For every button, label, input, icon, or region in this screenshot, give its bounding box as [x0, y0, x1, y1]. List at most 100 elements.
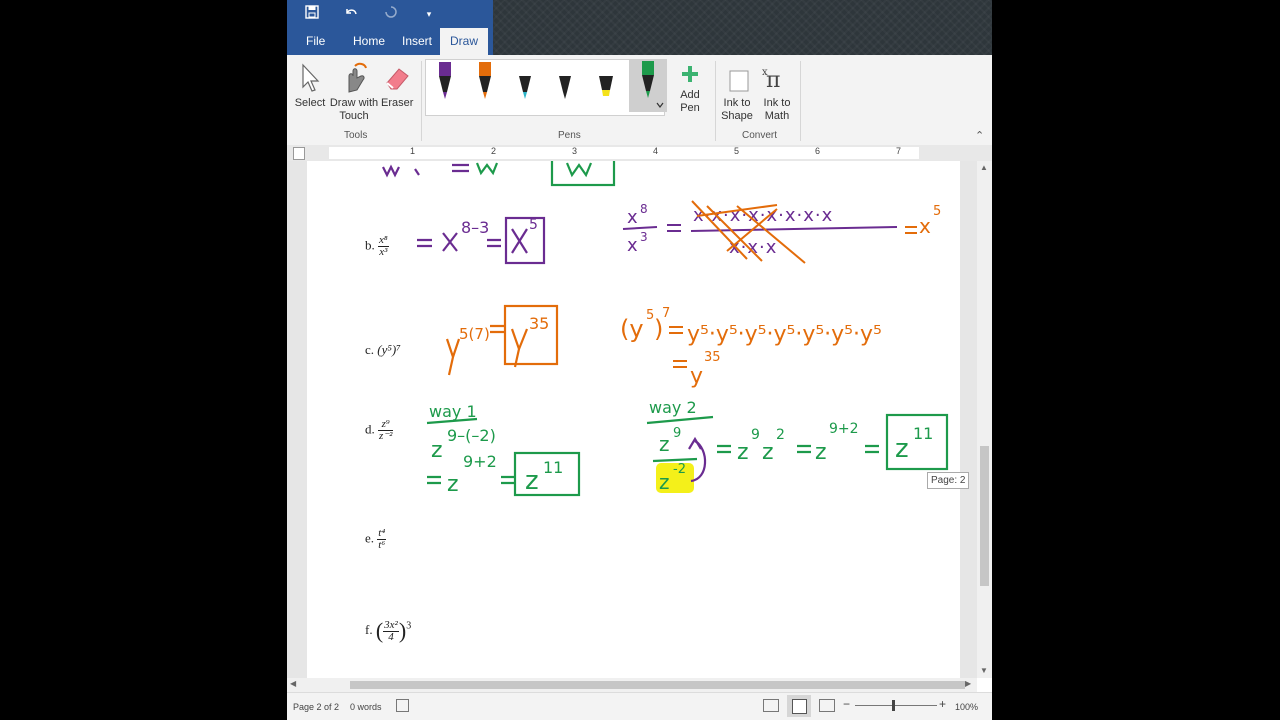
scroll-down-icon[interactable]: ▼ — [980, 666, 988, 675]
svg-text:8: 8 — [640, 202, 648, 216]
svg-text:z: z — [737, 440, 749, 465]
svg-text:z: z — [659, 432, 670, 456]
svg-text:-2: -2 — [673, 462, 686, 477]
svg-text:9–(–2): 9–(–2) — [447, 426, 496, 445]
ink-row-b-right: x 8 x 3 x·x·x·x·x·x·x·x x·x·x x 5 — [622, 200, 941, 264]
scroll-up-icon[interactable]: ▲ — [980, 163, 988, 172]
svg-text:π: π — [766, 68, 780, 93]
word-window: ▾ File Home Insert Draw Select Draw with… — [287, 0, 992, 720]
scroll-left-icon[interactable]: ◀ — [290, 679, 296, 688]
ink-row-a — [382, 161, 616, 187]
svg-text:y⁵·y⁵·y⁵·y⁵·y⁵·y⁵·y⁵: y⁵·y⁵·y⁵·y⁵·y⁵·y⁵·y⁵ — [687, 322, 882, 347]
add-pen-button[interactable]: Add Pen — [671, 59, 709, 115]
svg-text:11: 11 — [543, 458, 563, 477]
svg-text:3: 3 — [640, 230, 648, 244]
read-mode-icon[interactable] — [763, 699, 779, 712]
horizontal-scroll-thumb[interactable] — [350, 681, 965, 689]
svg-text:9: 9 — [751, 427, 760, 443]
eraser-button[interactable]: Eraser — [381, 59, 413, 110]
svg-text:x: x — [627, 207, 638, 228]
tab-insert[interactable]: Insert — [392, 28, 442, 55]
ink-row-d-way1: way 1 z 9–(–2) z 9+2 z 11 — [426, 402, 581, 497]
tab-draw[interactable]: Draw — [440, 28, 489, 55]
svg-text:x: x — [919, 214, 931, 238]
ruler-number: 1 — [410, 146, 416, 156]
ribbon: Select Draw with Touch Eraser Tools Add … — [287, 55, 992, 146]
svg-text:z: z — [431, 438, 443, 463]
svg-text:z: z — [525, 466, 539, 496]
page-tooltip: Page: 2 — [927, 472, 970, 489]
ruler-number: 4 — [653, 146, 659, 156]
svg-text:35: 35 — [529, 314, 549, 333]
svg-text:2: 2 — [776, 427, 785, 443]
word-count[interactable]: 0 words — [350, 702, 382, 712]
customize-qat-icon[interactable]: ▾ — [419, 4, 439, 24]
ink-to-shape-button[interactable]: Ink to Shape — [719, 59, 755, 123]
zoom-out-icon[interactable]: − — [843, 697, 850, 711]
zoom-level[interactable]: 100% — [955, 702, 978, 712]
zoom-in-icon[interactable]: + — [939, 697, 946, 711]
undo-icon[interactable] — [341, 4, 361, 24]
svg-text:9+2: 9+2 — [829, 421, 859, 437]
pen-green-selected[interactable] — [629, 59, 667, 112]
ink-to-math-button[interactable]: πx Ink to Math — [759, 59, 795, 123]
group-divider — [715, 61, 716, 141]
zoom-slider[interactable] — [855, 705, 937, 706]
svg-text:z: z — [762, 440, 774, 465]
horizontal-ruler[interactable]: 1 2 3 4 5 6 7 — [287, 145, 992, 161]
pen-black[interactable] — [558, 62, 572, 105]
draw-with-touch-button[interactable]: Draw with Touch — [329, 59, 379, 123]
zoom-slider-thumb[interactable] — [892, 700, 895, 711]
tab-file[interactable]: File — [296, 28, 335, 55]
ink-row-c-left: 5(7) 35 — [445, 304, 559, 376]
page-count[interactable]: Page 2 of 2 — [293, 702, 339, 712]
ink-row-c-right: (y 5 ) 7 y⁵·y⁵·y⁵·y⁵·y⁵·y⁵·y⁵ y 35 — [620, 306, 882, 389]
svg-text:z: z — [659, 470, 670, 494]
collapse-ribbon-icon[interactable]: ⌃ — [975, 129, 984, 142]
vertical-scroll-thumb[interactable] — [980, 446, 989, 586]
select-cursor-icon — [294, 59, 326, 97]
svg-text:z: z — [895, 434, 909, 464]
svg-text:way 2: way 2 — [649, 398, 697, 417]
svg-text:11: 11 — [913, 424, 933, 443]
svg-text:9+2: 9+2 — [463, 452, 497, 471]
proofing-icon[interactable] — [396, 699, 409, 712]
pi-icon: πx — [759, 59, 795, 97]
print-layout-icon[interactable] — [787, 695, 811, 717]
svg-text:(y: (y — [620, 315, 644, 343]
scroll-right-icon[interactable]: ▶ — [965, 679, 971, 688]
add-pen-plus-icon — [671, 59, 709, 89]
document-page[interactable]: b. x⁸ x³ c. (y⁵)⁷ d. z⁹ z⁻² e. t⁴ t⁶ f. (3x… — [307, 161, 960, 678]
ruler-number: 7 — [896, 146, 902, 156]
svg-text:x: x — [762, 67, 768, 78]
svg-text:y: y — [690, 364, 703, 389]
touch-hand-icon — [329, 59, 379, 97]
pen-purple[interactable] — [438, 62, 452, 105]
pens-group-label: Pens — [558, 130, 581, 141]
ruler-number: 2 — [491, 146, 497, 156]
tab-home[interactable]: Home — [343, 28, 395, 55]
document-area: b. x⁸ x³ c. (y⁵)⁷ d. z⁹ z⁻² e. t⁴ t⁶ f. (3x… — [287, 161, 977, 678]
svg-text:z: z — [447, 472, 459, 497]
pen-orange[interactable] — [478, 62, 492, 105]
group-divider — [800, 61, 801, 141]
svg-text:x: x — [627, 235, 638, 256]
ruler-text-area — [329, 147, 919, 159]
web-layout-icon[interactable] — [819, 699, 835, 712]
status-bar: Page 2 of 2 0 words − + 100% — [287, 692, 992, 720]
ruler-number: 3 — [572, 146, 578, 156]
tab-selector-icon[interactable] — [293, 147, 305, 160]
svg-text:7: 7 — [662, 306, 670, 321]
horizontal-scrollbar[interactable]: ◀ ▶ — [287, 678, 977, 692]
redo-icon[interactable] — [381, 4, 401, 24]
ink-to-shape-icon — [719, 59, 755, 97]
highlighter-yellow[interactable] — [598, 62, 613, 105]
ink-annotations: 8–3 5 x 8 x 3 x·x·x·x·x·x·x·x x·x·x x 5 … — [382, 161, 949, 497]
vertical-scrollbar[interactable]: ▲ ▼ — [977, 161, 992, 678]
pen-cyan[interactable] — [518, 62, 532, 105]
convert-group-label: Convert — [742, 130, 778, 141]
save-icon[interactable] — [302, 4, 322, 24]
svg-text:35: 35 — [704, 350, 721, 365]
eraser-icon — [381, 59, 413, 97]
select-button[interactable]: Select — [294, 59, 326, 110]
